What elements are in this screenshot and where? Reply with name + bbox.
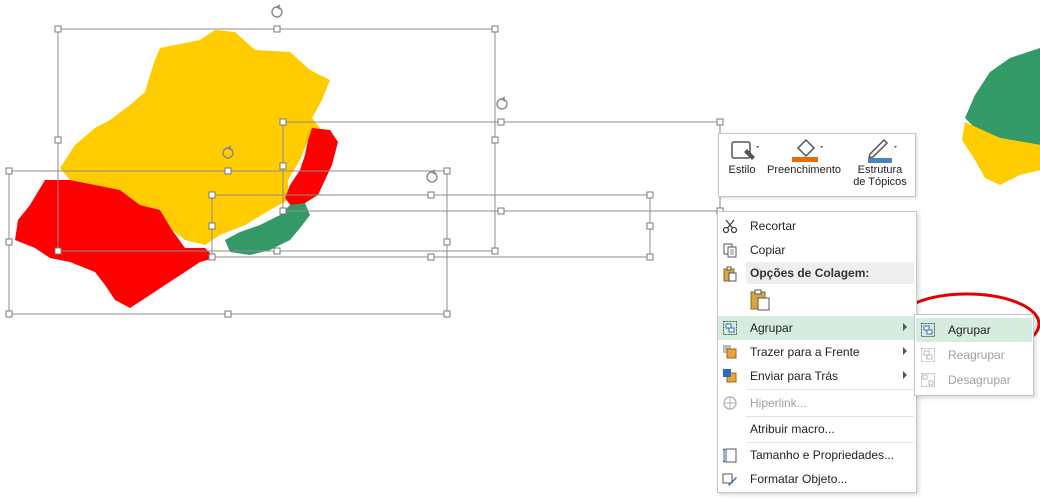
submenu-label-regroup: Reagrupar [948,348,1005,362]
paste-icon [750,289,770,311]
submenu-arrow-icon [903,323,907,331]
menu-item-cut[interactable]: Recortar [718,214,916,238]
style-button[interactable]: Estilo [723,134,761,196]
submenu-item-ungroup[interactable]: Desagrupar [916,368,1032,392]
send-to-back-icon [722,368,738,384]
menu-label-bring-front: Trazer para a Frente [750,345,860,359]
outline-label-2: de Tópicos [853,176,907,188]
menu-item-copy[interactable]: Copiar [718,238,916,262]
format-object-icon [722,471,738,487]
submenu-item-regroup[interactable]: Reagrupar [916,343,1032,367]
menu-label-assign-macro: Atribuir macro... [750,422,835,436]
fill-label: Preenchimento [767,164,841,176]
context-menu: Recortar Copiar Opções de Colagem: Agrup… [717,211,917,493]
paste-options-header: Opções de Colagem: [746,262,914,284]
menu-item-assign-macro[interactable]: Atribuir macro... [718,417,916,441]
menu-item-format-object[interactable]: Formatar Objeto... [718,467,916,491]
outline-label-1: Estrutura [857,164,903,176]
scissors-icon [722,218,738,234]
mini-toolbar: Estilo Preenchimento Estrutura de Tópico… [718,133,916,197]
menu-item-bring-front[interactable]: Trazer para a Frente [718,340,916,364]
submenu-arrow-icon [903,371,907,379]
group-submenu: Agrupar Reagrupar Desagrupar [914,314,1034,396]
paste-option-button[interactable] [748,288,772,312]
menu-item-size-properties[interactable]: Tamanho e Propriedades... [718,443,916,467]
submenu-label-group: Agrupar [948,323,991,337]
menu-label-format-object: Formatar Objeto... [750,472,848,486]
group-icon [920,322,936,338]
paste-icon [722,266,738,282]
regroup-icon [920,347,936,363]
shape-style-icon [722,134,762,164]
hyperlink-icon [722,395,738,411]
fill-button[interactable]: Preenchimento [763,134,845,196]
menu-item-send-back[interactable]: Enviar para Trás [718,364,916,388]
menu-label-hyperlink: Hiperlink... [750,396,807,410]
style-label: Estilo [728,164,756,176]
menu-label-size-properties: Tamanho e Propriedades... [750,448,895,462]
paste-options-label: Opções de Colagem: [750,266,870,280]
copy-icon [722,242,738,258]
ungroup-icon [920,372,936,388]
menu-separator [746,389,914,390]
submenu-arrow-icon [903,347,907,355]
pen-outline-icon [860,134,900,164]
paint-bucket-icon [784,134,824,164]
menu-label-group: Agrupar [750,321,793,335]
bring-to-front-icon [722,344,738,360]
menu-label-cut: Recortar [750,219,797,233]
menu-label-copy: Copiar [750,243,786,257]
submenu-label-ungroup: Desagrupar [948,373,1011,387]
outline-button[interactable]: Estrutura de Tópicos [847,134,913,196]
size-properties-icon [722,447,738,463]
menu-item-group[interactable]: Agrupar [718,316,916,340]
submenu-item-group[interactable]: Agrupar [916,318,1032,342]
group-icon [722,320,738,336]
menu-item-hyperlink[interactable]: Hiperlink... [718,391,916,415]
menu-label-send-back: Enviar para Trás [750,369,839,383]
